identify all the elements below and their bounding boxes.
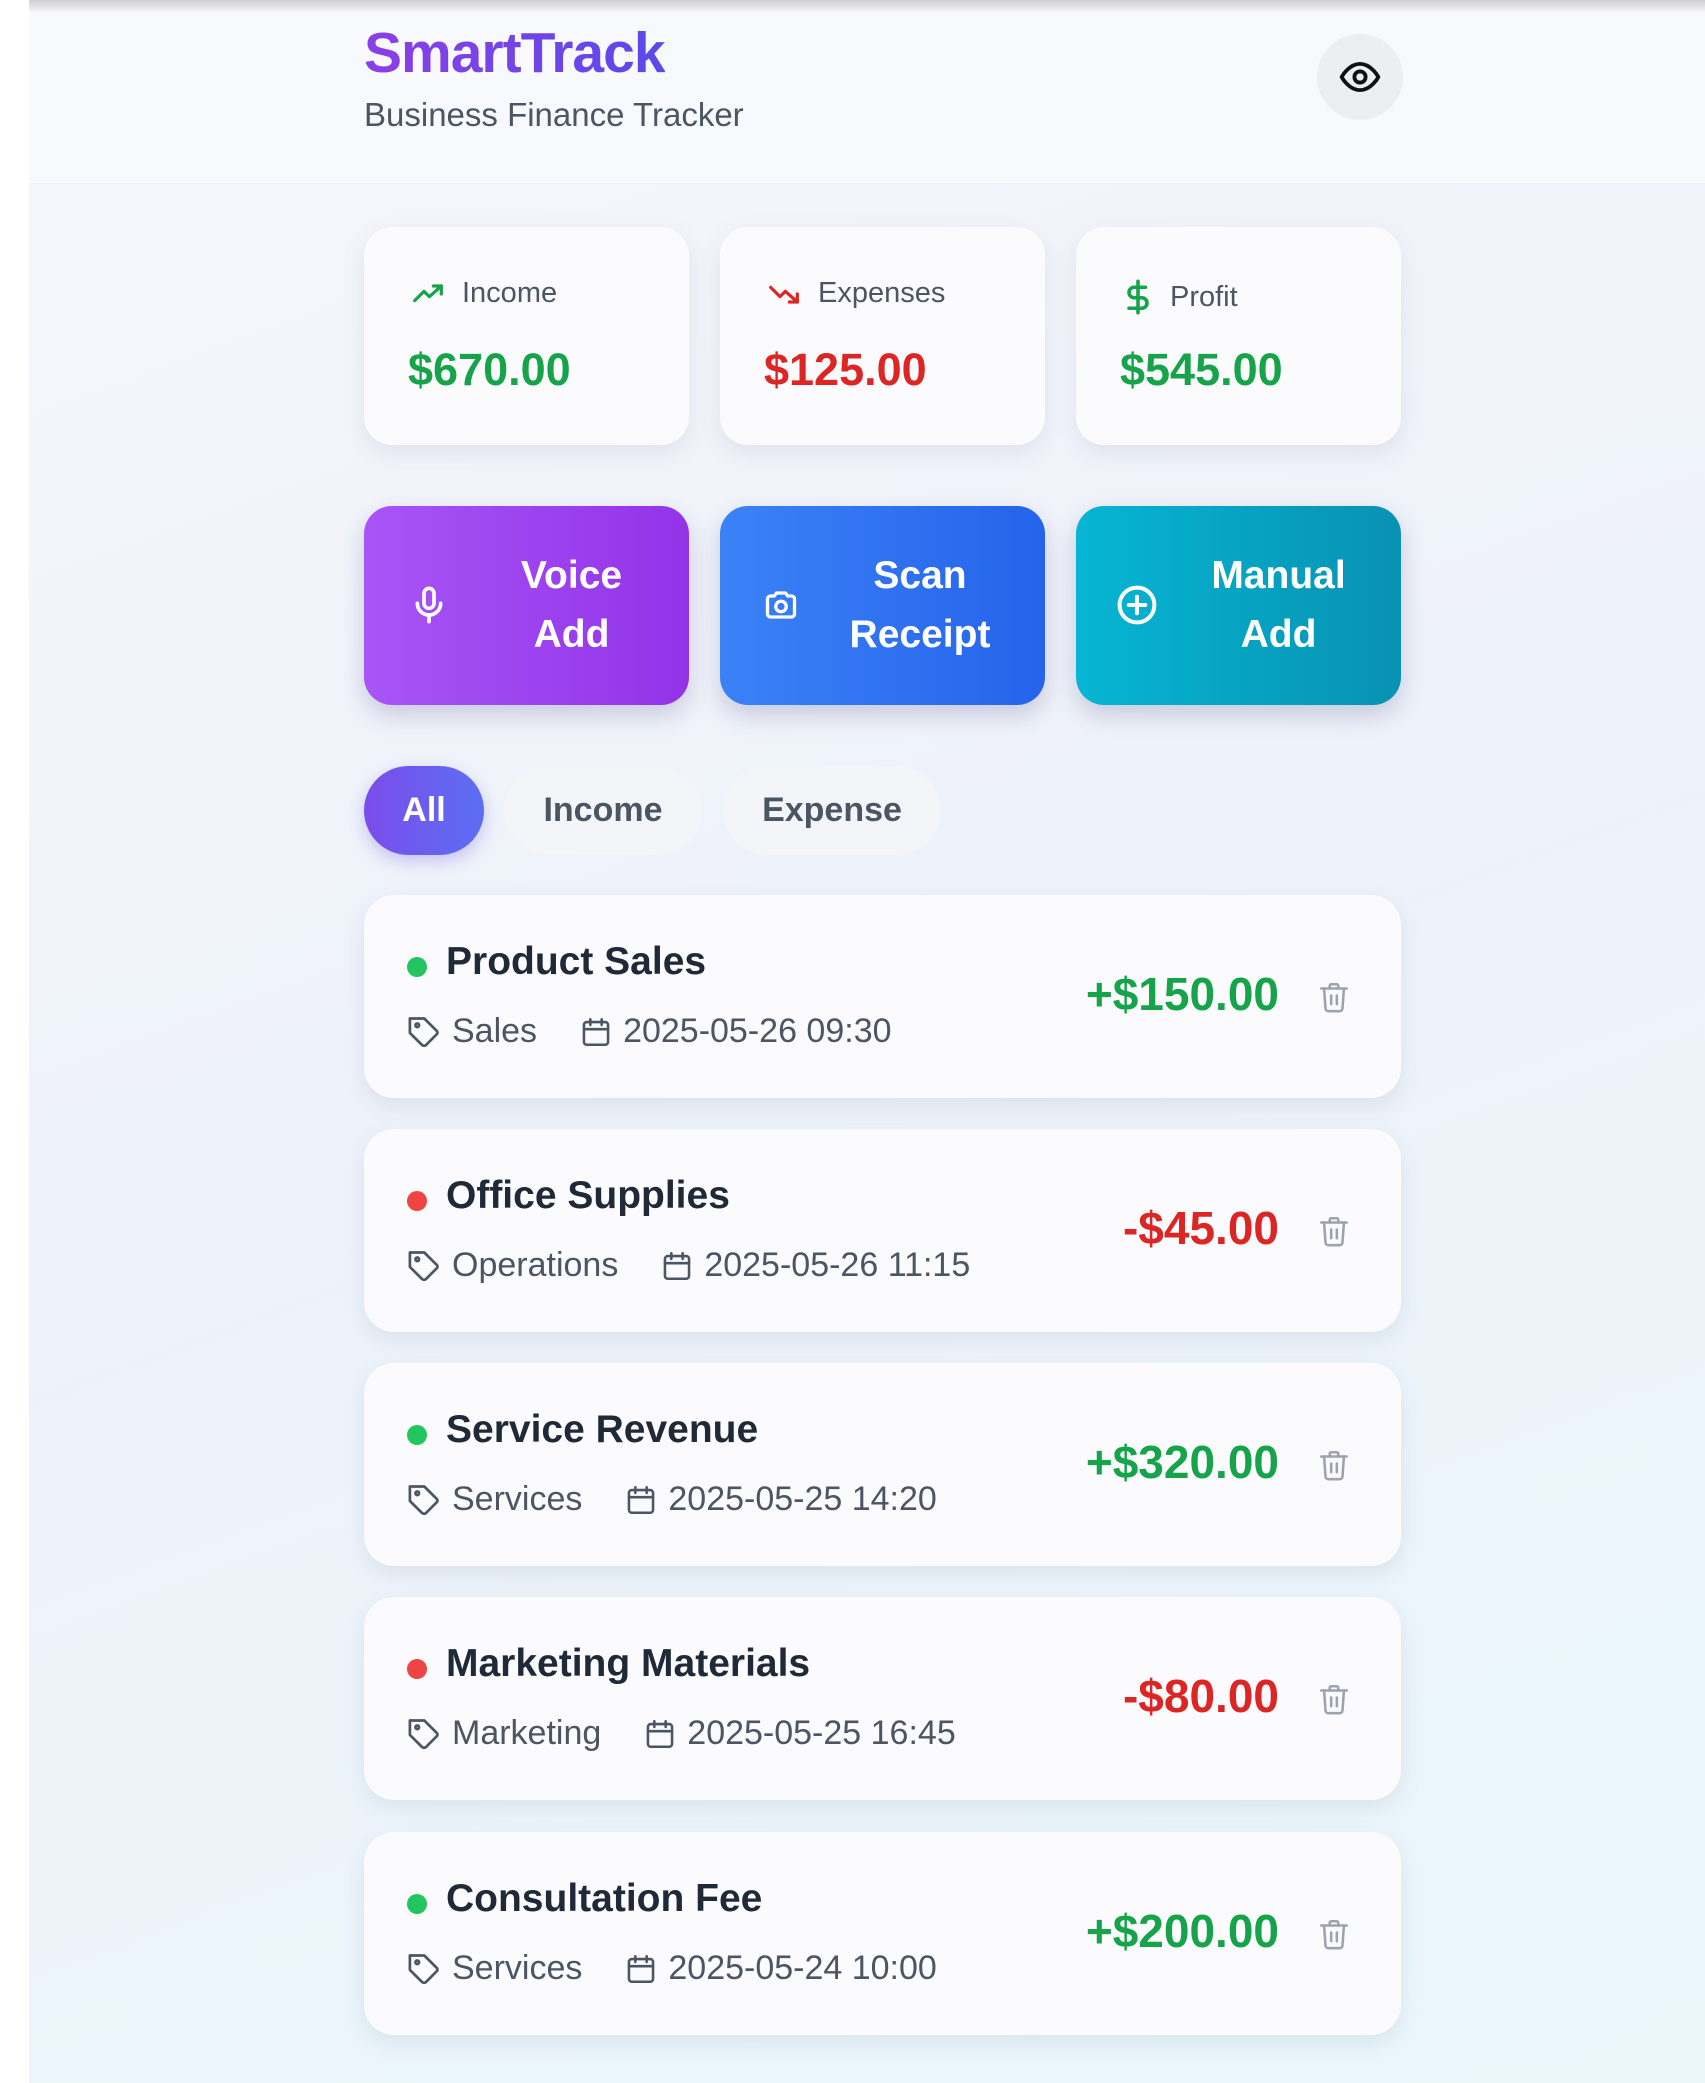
transaction-datetime: 2025-05-25 16:45	[687, 1714, 956, 1752]
transaction-datetime: 2025-05-26 09:30	[623, 1012, 892, 1050]
transaction-row[interactable]: Product Sales Sales 2025-05-26 09:30 +$1…	[364, 895, 1401, 1098]
trash-icon	[1319, 982, 1349, 1013]
transaction-datetime: 2025-05-26 11:15	[704, 1246, 971, 1284]
filter-income-tab[interactable]: Income	[504, 766, 702, 855]
trending-up-icon	[413, 283, 443, 302]
tag-icon	[408, 1016, 439, 1047]
tag-icon	[408, 1484, 439, 1515]
manual-add-label-line2: Add	[1240, 613, 1317, 656]
screen: SmartTrack Business Finance Tracker Inco…	[0, 0, 1705, 2083]
transaction-amount: +$320.00	[1085, 1436, 1279, 1488]
transaction-row[interactable]: Consultation Fee Services 2025-05-24 10:…	[364, 1832, 1401, 2035]
app-title: SmartTrack	[364, 21, 666, 85]
transaction-title: Consultation Fee	[446, 1877, 763, 1920]
scan-receipt-button[interactable]: Scan Receipt	[720, 506, 1045, 705]
window-top-edge	[29, 0, 1705, 12]
toggle-visibility-button[interactable]	[1317, 34, 1403, 120]
voice-add-label-line1: Voice	[520, 554, 623, 597]
expense-indicator-dot	[407, 1191, 427, 1211]
transaction-title: Product Sales	[446, 940, 707, 983]
delete-transaction-button[interactable]	[1312, 975, 1356, 1019]
header: SmartTrack Business Finance Tracker	[29, 12, 1705, 184]
transaction-category: Services	[452, 1949, 583, 1987]
calendar-icon	[628, 1954, 655, 1983]
plus-circle-icon	[1117, 585, 1157, 625]
profit-label: Profit	[1170, 280, 1238, 313]
tag-icon	[408, 1250, 439, 1281]
tag-icon	[408, 1718, 439, 1749]
profit-card: Profit $545.00	[1076, 227, 1401, 445]
transaction-title: Office Supplies	[446, 1174, 730, 1217]
transaction-amount: -$80.00	[1122, 1670, 1279, 1722]
trending-down-icon	[769, 285, 799, 304]
manual-add-button[interactable]: Manual Add	[1076, 506, 1401, 705]
income-indicator-dot	[407, 1894, 427, 1914]
transaction-row[interactable]: Service Revenue Services 2025-05-25 14:2…	[364, 1363, 1401, 1566]
transaction-category: Sales	[452, 1012, 538, 1050]
transaction-row[interactable]: Marketing Materials Marketing 2025-05-25…	[364, 1597, 1401, 1800]
transaction-title: Service Revenue	[446, 1408, 759, 1451]
delete-transaction-button[interactable]	[1312, 1443, 1356, 1487]
transaction-amount: +$150.00	[1085, 968, 1279, 1020]
delete-transaction-button[interactable]	[1312, 1209, 1356, 1253]
transaction-category: Operations	[452, 1246, 619, 1284]
transaction-datetime: 2025-05-25 14:20	[668, 1480, 937, 1518]
calendar-icon	[646, 1719, 674, 1748]
income-indicator-dot	[407, 957, 427, 977]
transaction-amount: -$45.00	[1122, 1202, 1279, 1254]
voice-add-label-line2: Add	[533, 613, 610, 656]
calendar-icon	[628, 1485, 655, 1514]
app: SmartTrack Business Finance Tracker Inco…	[29, 12, 1705, 2083]
voice-add-button[interactable]: Voice Add	[364, 506, 689, 705]
transaction-category: Services	[452, 1480, 583, 1518]
scan-receipt-label-line1: Scan	[873, 554, 967, 597]
trash-icon	[1319, 1919, 1349, 1950]
transaction-row[interactable]: Office Supplies Operations 2025-05-26 11…	[364, 1129, 1401, 1332]
transaction-datetime: 2025-05-24 10:00	[668, 1949, 937, 1987]
income-label: Income	[462, 277, 558, 309]
dollar-icon	[1127, 279, 1149, 315]
expenses-card: Expenses $125.00	[720, 227, 1045, 445]
expenses-label: Expenses	[818, 277, 946, 309]
trash-icon	[1319, 1216, 1349, 1247]
filter-expense-tab[interactable]: Expense	[723, 766, 941, 855]
expenses-value: $125.00	[764, 344, 927, 395]
app-subtitle: Business Finance Tracker	[364, 96, 744, 133]
manual-add-label-line1: Manual	[1211, 554, 1346, 597]
transaction-amount: +$200.00	[1085, 1905, 1279, 1957]
income-value: $670.00	[408, 344, 571, 395]
income-indicator-dot	[407, 1425, 427, 1445]
eye-icon	[1339, 61, 1381, 93]
scan-receipt-label-line2: Receipt	[849, 613, 991, 656]
transaction-category: Marketing	[452, 1714, 602, 1752]
calendar-icon	[664, 1251, 691, 1280]
delete-transaction-button[interactable]	[1312, 1912, 1356, 1956]
delete-transaction-button[interactable]	[1312, 1677, 1356, 1721]
income-card: Income $670.00	[364, 227, 689, 445]
camera-icon	[765, 591, 797, 619]
calendar-icon	[582, 1017, 610, 1046]
transaction-title: Marketing Materials	[446, 1642, 811, 1685]
tag-icon	[408, 1953, 439, 1984]
profit-value: $545.00	[1120, 344, 1283, 395]
expense-indicator-dot	[407, 1659, 427, 1679]
filter-all-tab[interactable]: All	[364, 766, 484, 855]
trash-icon	[1319, 1684, 1349, 1715]
microphone-icon	[415, 586, 443, 624]
trash-icon	[1319, 1450, 1349, 1481]
